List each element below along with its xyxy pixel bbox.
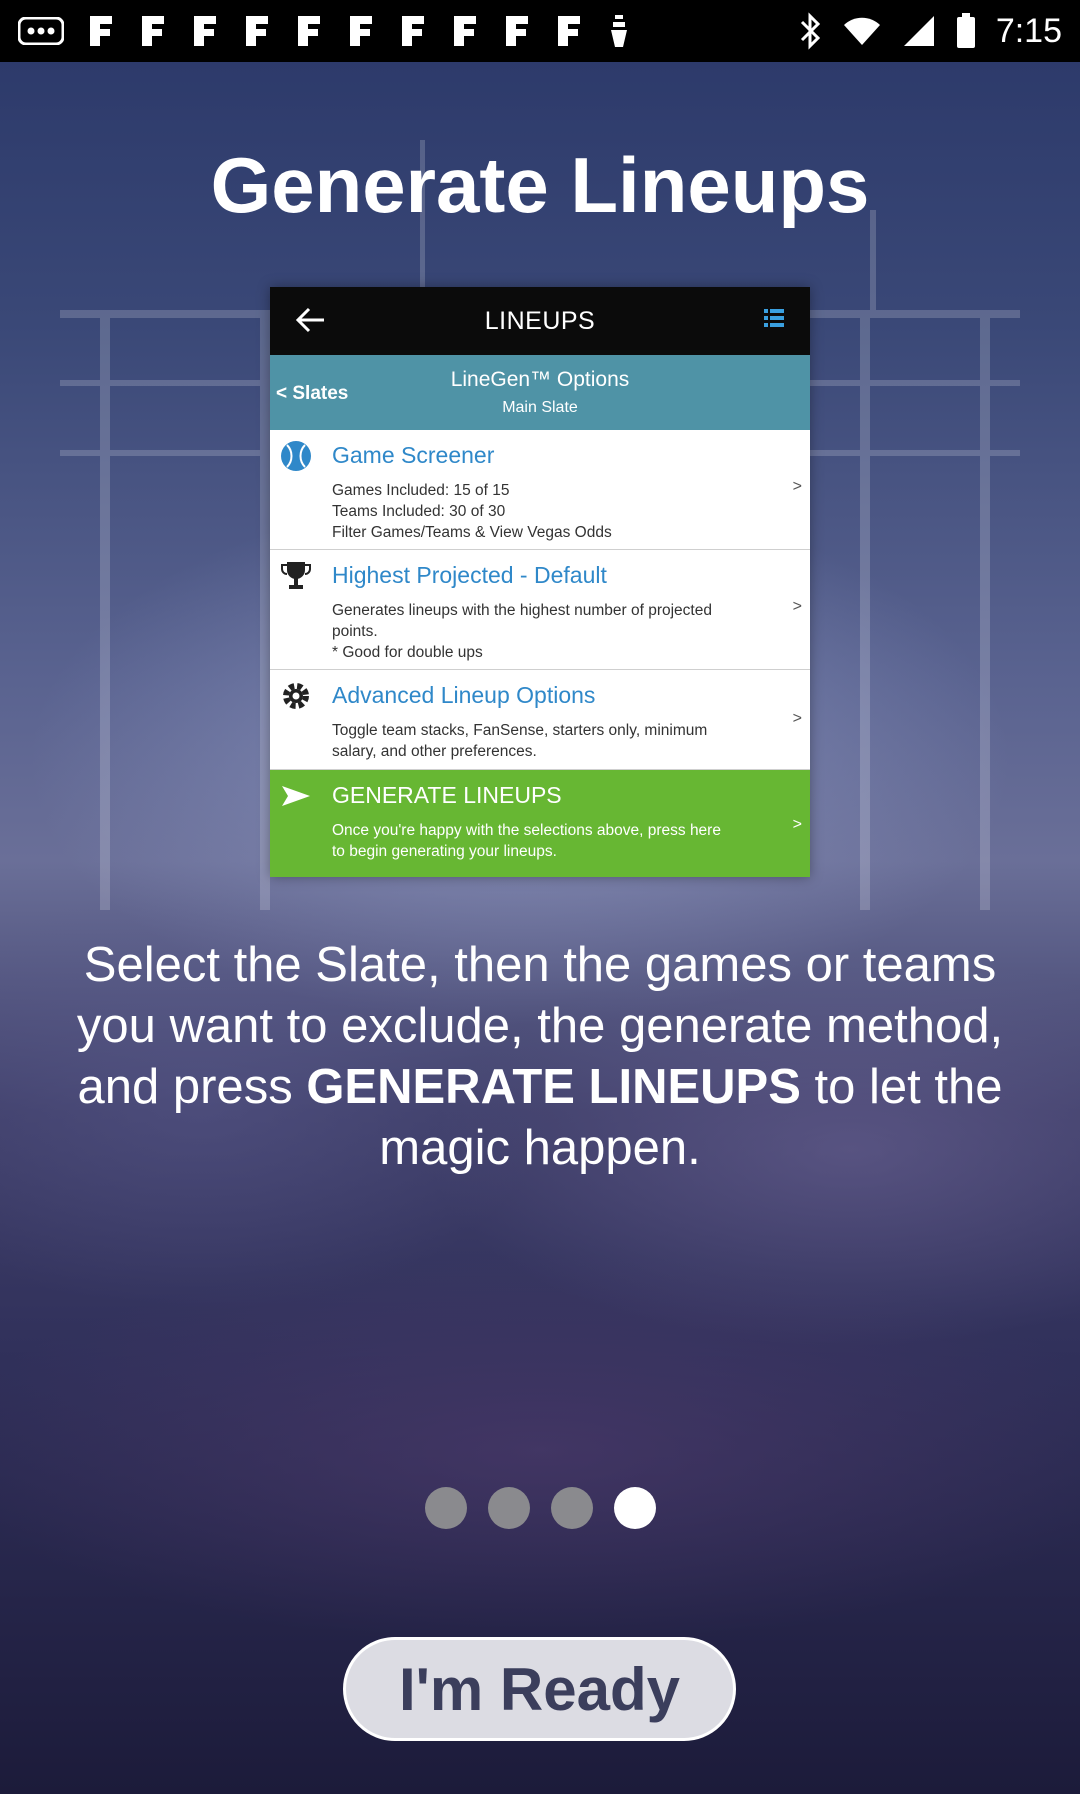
status-bar: 7:15 [0,0,1080,62]
generate-lineups-title: GENERATE LINEUPS [332,782,562,808]
chevron-right-icon: > [792,710,802,727]
wifi-icon [842,15,882,47]
fantasy-app-icon [86,14,116,48]
instructions-bold-text: GENERATE LINEUPS [306,1060,801,1114]
highest-projected-details: Generates lineups with the highest numbe… [332,600,772,663]
chevron-right-icon: > [792,478,802,495]
fantasy-app-icon [450,14,480,48]
advanced-options-row: Advanced Lineup Options Toggle team stac… [270,670,810,770]
back-arrow-icon [295,307,326,338]
generate-lineups-row: GENERATE LINEUPS Once you're happy with … [270,770,810,877]
preview-options-header: < Slates LineGen™ Options Main Slate [270,355,810,430]
system-icons: 7:15 [798,12,1062,51]
instructions-text: Select the Slate, then the games or team… [50,935,1030,1179]
more-dots-icon [18,17,64,45]
im-ready-button[interactable]: I'm Ready [343,1637,736,1741]
games-included-text: Games Included: 15 of 15 [332,482,510,499]
advanced-options-line-2: salary, and other preferences. [332,743,537,760]
options-subtitle: Main Slate [502,399,578,416]
status-time: 7:15 [995,11,1062,50]
fantasy-app-icon [242,14,272,48]
signal-icon [902,14,936,48]
highest-projected-title: Highest Projected - Default [332,562,607,588]
fantasy-app-icon [294,14,324,48]
fantasy-app-icon [502,14,532,48]
page-title: Generate Lineups [210,141,870,229]
fantasy-app-icon [554,14,584,48]
lineups-preview-image: LINEUPS < Slates LineGen™ Options Main S… [270,287,810,877]
chevron-right-icon: > [792,816,802,833]
fantasy-app-icon [398,14,428,48]
highest-projected-line-2: points. [332,623,378,640]
page-dot[interactable] [613,1487,656,1529]
list-icon [764,309,784,332]
battery-icon [956,13,976,49]
generate-lineups-line-2: to begin generating your lineups. [332,843,557,860]
highest-projected-line-3: * Good for double ups [332,644,483,661]
gear-icon [278,678,314,719]
send-icon [278,778,314,819]
trophy-icon [278,558,314,599]
page-dot[interactable] [487,1487,530,1529]
highest-projected-row: Highest Projected - Default Generates li… [270,550,810,670]
teams-included-text: Teams Included: 30 of 30 [332,503,506,520]
bluetooth-icon [798,12,822,50]
fantasy-app-icon [190,14,220,48]
fantasy-app-icon [138,14,168,48]
generate-lineups-details: Once you're happy with the selections ab… [332,820,772,862]
advanced-options-line-1: Toggle team stacks, FanSense, starters o… [332,722,708,739]
download-icon [606,13,632,49]
chevron-right-icon: > [792,598,802,615]
highest-projected-line-1: Generates lineups with the highest numbe… [332,602,712,619]
page-indicator [0,1487,1080,1529]
game-screener-title: Game Screener [332,442,495,468]
options-title: LineGen™ Options [450,368,630,391]
page-dot[interactable] [424,1487,467,1529]
advanced-options-title: Advanced Lineup Options [332,682,596,708]
game-screener-details: Games Included: 15 of 15 Teams Included:… [332,480,772,543]
preview-title: LINEUPS [484,306,596,335]
game-screener-row: Game Screener Games Included: 15 of 15 T… [270,430,810,550]
notification-icons [18,13,632,49]
baseball-icon [278,438,314,479]
filter-games-text: Filter Games/Teams & View Vegas Odds [332,524,612,541]
preview-topbar: LINEUPS [270,287,810,355]
page-dot[interactable] [550,1487,593,1529]
fantasy-app-icon [346,14,376,48]
advanced-options-details: Toggle team stacks, FanSense, starters o… [332,720,772,762]
generate-lineups-line-1: Once you're happy with the selections ab… [332,822,721,839]
